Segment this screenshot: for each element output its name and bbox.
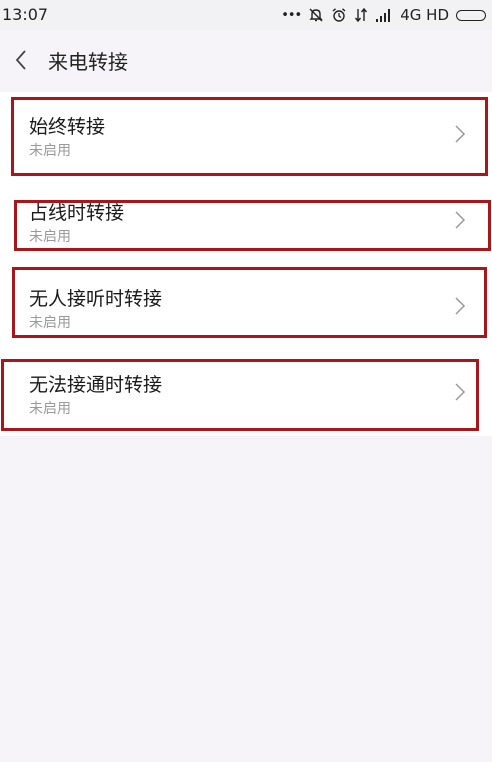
- more-dots-icon: •••: [281, 7, 302, 23]
- chevron-left-icon: [15, 50, 26, 70]
- mute-bell-icon: [308, 7, 324, 23]
- network-type: 4G HD: [400, 6, 449, 24]
- back-button[interactable]: [6, 42, 36, 78]
- alarm-icon: [331, 7, 347, 23]
- status-icons: ••• 4G HD: [281, 5, 486, 25]
- highlight-box-no-answer: [12, 267, 487, 338]
- highlight-box-unreachable: [1, 359, 479, 431]
- signal-icon: [375, 8, 393, 22]
- data-transfer-icon: [354, 7, 368, 23]
- page-title: 来电转接: [48, 50, 128, 74]
- highlight-box-always: [11, 97, 488, 176]
- status-time: 13:07: [2, 5, 49, 24]
- highlight-box-busy: [14, 200, 491, 251]
- battery-icon: [456, 9, 486, 21]
- status-bar: 13:07 ••• 4G HD: [0, 0, 492, 30]
- header: 来电转接: [0, 30, 492, 90]
